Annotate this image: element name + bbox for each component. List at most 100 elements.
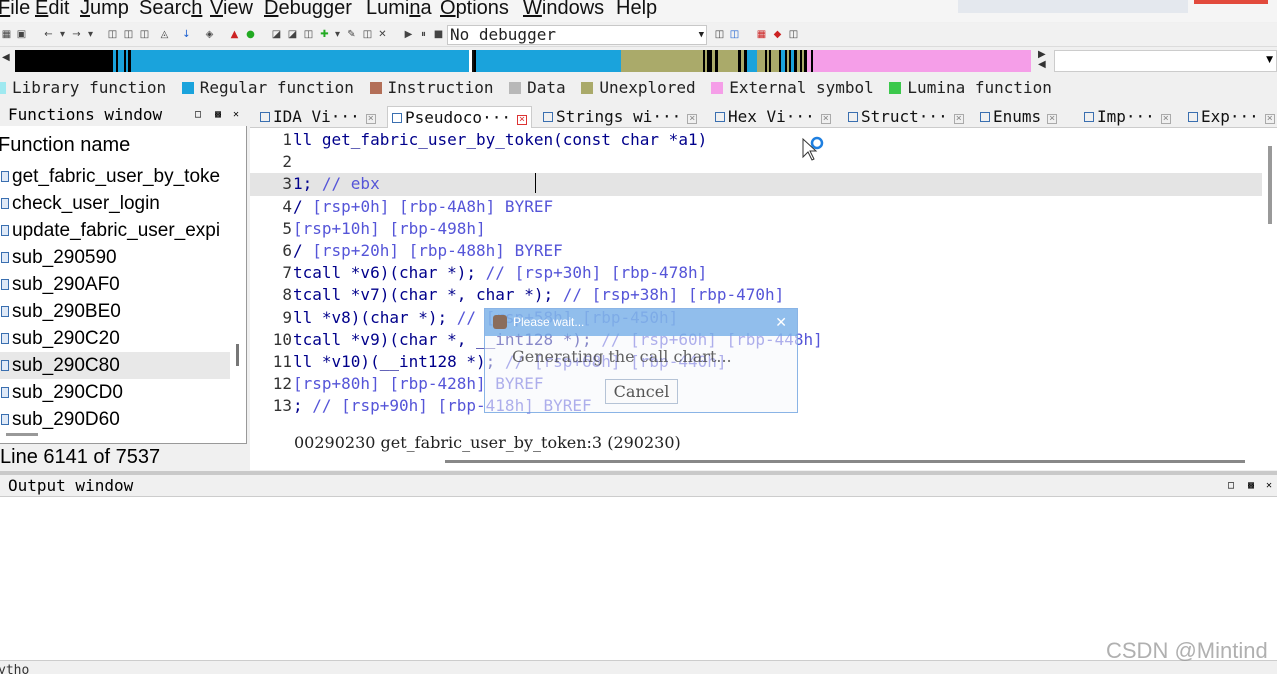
graph-icon[interactable]: ▲ [228, 28, 241, 41]
python-command-bar[interactable]: ytho [0, 660, 1277, 674]
chevron-down-icon[interactable]: ▾ [56, 28, 69, 41]
menu-view[interactable]: View [210, 0, 253, 20]
patch-icon[interactable]: ◈ [203, 28, 216, 41]
code-statement: tcall *v6)(char *); [293, 263, 477, 283]
tab-structures[interactable]: Struct··· × [848, 106, 964, 128]
close-icon[interactable]: ✕ [1266, 475, 1272, 497]
restore-icon[interactable]: □ [1228, 475, 1234, 497]
address-combo[interactable]: ▼ [1054, 50, 1277, 72]
code-statement: ll get_fabric_user_by_token(const char *… [293, 130, 708, 149]
menu-debugger[interactable]: Debugger [264, 0, 352, 20]
line-number: 12 [272, 374, 292, 394]
line-number: 11 [272, 351, 292, 371]
nav-left-arrow-icon[interactable]: ◀ [2, 52, 10, 63]
close-icon[interactable]: × [1160, 114, 1171, 124]
function-list-item[interactable]: get_fabric_user_by_toke [0, 163, 230, 190]
code-line[interactable]: 6/ [rsp+20h] [rbp-488h] BYREF [250, 240, 1262, 262]
function-list-item[interactable]: check_user_login [0, 190, 230, 217]
float-icon[interactable]: ▩ [215, 104, 221, 126]
chevron-down-icon[interactable]: ▾ [331, 28, 344, 41]
menu-search[interactable]: Search [139, 0, 202, 20]
debugger-select[interactable]: No debugger ▼ [447, 25, 707, 45]
pseudocode-horizontal-scrollbar[interactable] [445, 460, 1245, 463]
window-close-button[interactable] [1194, 0, 1268, 4]
function-list-item[interactable]: sub_290590 [0, 244, 230, 271]
nav-right-arrow-icon[interactable]: ▶ ◀ [1038, 50, 1046, 70]
close-icon[interactable]: ✕ [376, 28, 389, 41]
chevron-down-icon[interactable]: ▾ [84, 28, 97, 41]
code-line[interactable]: 8 tcall *v7)(char *, char *); // [rsp+38h… [250, 284, 1262, 306]
immediate-search-icon[interactable]: ◫ [138, 28, 151, 41]
menu-file[interactable]: File [0, 0, 30, 20]
pencil-icon[interactable]: ✎ [345, 28, 358, 41]
tab-enums[interactable]: Enums × [980, 106, 1058, 128]
code-line[interactable]: 4/ [rsp+0h] [rbp-4A8h] BYREF [250, 196, 1262, 218]
structure-icon[interactable]: ◪ [286, 28, 299, 41]
stop-icon[interactable]: ■ [432, 28, 445, 41]
attach-icon[interactable]: ◫ [728, 28, 741, 41]
tab-exports[interactable]: Exp··· × [1188, 106, 1275, 128]
forward-arrow-icon[interactable]: → [70, 28, 83, 41]
function-name-column-header[interactable]: Function name [0, 134, 130, 157]
close-icon[interactable]: × [1047, 114, 1058, 124]
pseudocode-vertical-scrollbar[interactable] [1268, 146, 1272, 224]
tab-pseudocode[interactable]: Pseudoco··· × [387, 106, 532, 128]
save-icon[interactable]: ▣ [15, 28, 28, 41]
close-icon[interactable]: ✕ [775, 309, 787, 336]
xref-icon[interactable]: ◪ [270, 28, 283, 41]
menu-windows[interactable]: Windows [523, 0, 604, 20]
function-list-item[interactable]: sub_290C20 [0, 325, 230, 352]
code-line[interactable]: 2 [250, 151, 1262, 173]
code-line[interactable]: 1 ll get_fabric_user_by_token(const char … [250, 129, 1262, 151]
menu-help[interactable]: Help [616, 0, 657, 20]
pause-icon[interactable]: ⏸ [417, 28, 430, 41]
segment-icon[interactable]: ◫ [302, 28, 315, 41]
function-list-item[interactable]: sub_290CD0 [0, 379, 230, 406]
code-line[interactable]: 5 [rsp+10h] [rbp-498h] [250, 218, 1262, 240]
function-list-item[interactable]: sub_290D60 [0, 406, 230, 433]
menu-edit[interactable]: Edit [35, 0, 69, 20]
code-line[interactable]: 7 tcall *v6)(char *); // [rsp+30h] [rbp-4… [250, 262, 1262, 284]
code-line[interactable]: 3 1; // ebx [250, 173, 1262, 196]
close-icon[interactable]: × [516, 115, 527, 125]
function-list-item[interactable]: sub_290C80 [0, 352, 230, 379]
close-icon[interactable]: × [687, 114, 698, 124]
close-icon[interactable]: × [365, 114, 376, 124]
plus-icon[interactable]: ✚ [318, 28, 331, 41]
close-icon[interactable]: ✕ [233, 104, 239, 126]
run-icon[interactable]: ● [244, 28, 257, 41]
thread-icon[interactable]: ◆ [771, 28, 784, 41]
menu-options[interactable]: Options [440, 0, 509, 20]
function-list-item[interactable]: sub_290AF0 [0, 271, 230, 298]
close-icon[interactable]: × [1264, 114, 1275, 124]
breakpoint-list-icon[interactable]: ▦ [755, 28, 768, 41]
back-arrow-icon[interactable]: ← [42, 28, 55, 41]
text-search-icon[interactable]: ◫ [122, 28, 135, 41]
disk-icon[interactable]: ◫ [361, 28, 374, 41]
binary-search-icon[interactable]: ◫ [106, 28, 119, 41]
tab-hex-view[interactable]: Hex Vi··· × [715, 106, 831, 128]
cancel-button[interactable]: Cancel [605, 379, 678, 404]
restore-icon[interactable]: □ [195, 104, 201, 126]
open-icon[interactable]: ▦ [0, 28, 13, 41]
tab-strings[interactable]: Strings wi··· × [543, 106, 698, 128]
pseudocode-view[interactable]: 1 ll get_fabric_user_by_token(const char … [250, 128, 1277, 470]
menu-lumina[interactable]: Lumina [366, 0, 432, 20]
function-list-item[interactable]: sub_290BE0 [0, 298, 230, 325]
functions-horizontal-scrollbar[interactable] [6, 433, 38, 436]
navigation-band[interactable] [15, 50, 1031, 72]
python-label[interactable]: ytho [0, 663, 29, 674]
tab-imports[interactable]: Imp··· × [1084, 106, 1171, 128]
tab-ida-view[interactable]: IDA Vi··· × [260, 106, 376, 128]
close-icon[interactable]: × [820, 114, 831, 124]
functions-vertical-scrollbar[interactable] [236, 344, 239, 366]
function-list-item[interactable]: update_fabric_user_expi [0, 217, 230, 244]
down-arrow-icon[interactable]: ↓ [180, 28, 193, 41]
float-icon[interactable]: ▩ [1248, 475, 1254, 497]
step-icon[interactable]: ◫ [713, 28, 726, 41]
close-icon[interactable]: × [953, 114, 964, 124]
play-icon[interactable]: ▶ [402, 28, 415, 41]
menu-jump[interactable]: Jump [80, 0, 129, 20]
module-icon[interactable]: ◫ [787, 28, 800, 41]
search-next-icon[interactable]: ◬ [158, 28, 171, 41]
